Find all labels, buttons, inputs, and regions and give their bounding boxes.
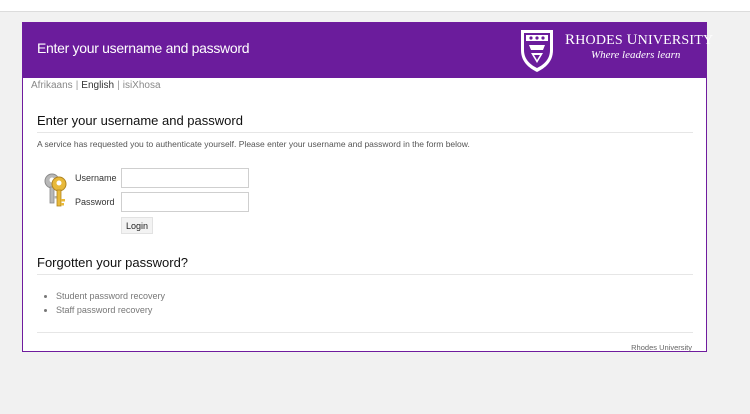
list-item: Student password recovery	[56, 289, 165, 303]
top-strip	[0, 0, 750, 12]
login-instructions: A service has requested you to authentic…	[37, 139, 470, 149]
banner-title: Enter your username and password	[37, 40, 250, 56]
password-label: Password	[75, 197, 115, 207]
keys-icon	[44, 173, 67, 207]
divider	[37, 274, 693, 275]
header-banner: Enter your username and password RHODES …	[23, 23, 713, 78]
login-heading: Enter your username and password	[37, 113, 243, 128]
list-item: Staff password recovery	[56, 303, 165, 317]
language-separator: |	[75, 80, 79, 91]
divider	[37, 132, 693, 133]
language-bar: Afrikaans | English | isiXhosa	[31, 80, 161, 91]
username-label: Username	[75, 173, 117, 183]
login-page-frame: Enter your username and password RHODES …	[22, 22, 713, 352]
language-separator: |	[117, 80, 120, 91]
student-password-recovery-link[interactable]: Student password recovery	[56, 291, 165, 301]
password-recovery-list: Student password recovery Staff password…	[37, 289, 165, 317]
language-link-afrikaans[interactable]: Afrikaans	[31, 80, 73, 91]
language-current-english: English	[81, 80, 115, 91]
university-name: RHODES UNIVERSITY	[565, 32, 714, 48]
university-crest-icon	[521, 30, 553, 72]
language-link-isixhosa[interactable]: isiXhosa	[123, 80, 161, 91]
university-tagline: Where leaders learn	[591, 49, 681, 61]
university-logo: RHODES UNIVERSITY Where leaders learn	[517, 26, 713, 74]
footer-divider	[37, 332, 693, 333]
footer-text: Rhodes University	[631, 343, 692, 352]
username-input[interactable]	[121, 168, 249, 188]
staff-password-recovery-link[interactable]: Staff password recovery	[56, 305, 152, 315]
forgot-password-heading: Forgotten your password?	[37, 255, 189, 270]
password-input[interactable]	[121, 192, 249, 212]
login-button[interactable]: Login	[121, 217, 153, 234]
